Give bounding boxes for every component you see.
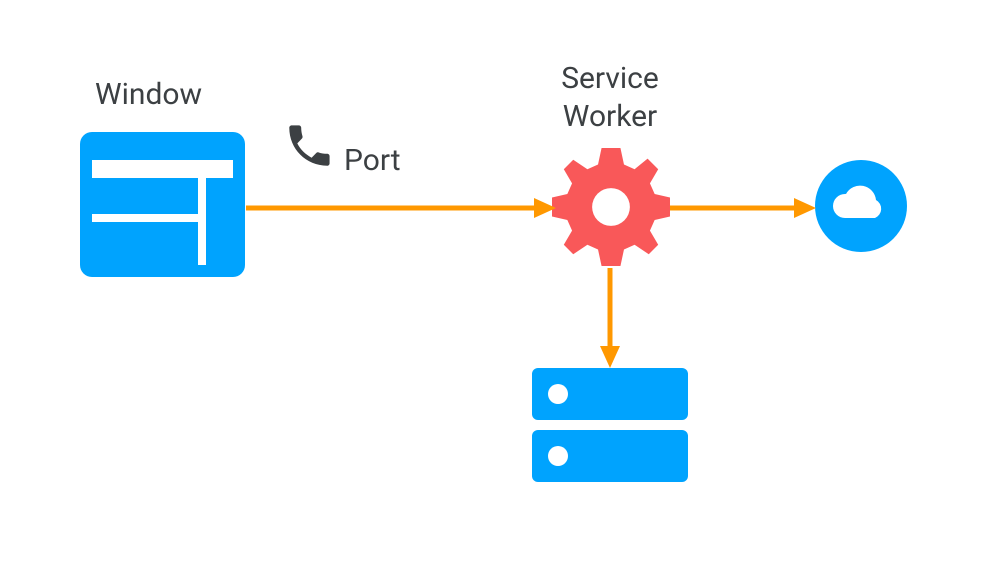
- service-worker-line1: Service: [561, 61, 659, 96]
- service-worker-line2: Worker: [563, 99, 657, 134]
- service-worker-label: Service Worker: [520, 60, 700, 135]
- storage-icon: [532, 368, 688, 482]
- window-label: Window: [95, 76, 255, 114]
- arrow-serviceworker-to-cloud: [670, 195, 816, 221]
- arrow-window-to-serviceworker: [246, 195, 556, 221]
- port-label: Port: [344, 142, 424, 180]
- browser-window-icon: [80, 132, 245, 277]
- arrow-serviceworker-to-storage: [597, 268, 623, 368]
- phone-icon: [283, 120, 335, 172]
- gear-icon: [552, 148, 670, 266]
- cloud-icon: [815, 160, 907, 252]
